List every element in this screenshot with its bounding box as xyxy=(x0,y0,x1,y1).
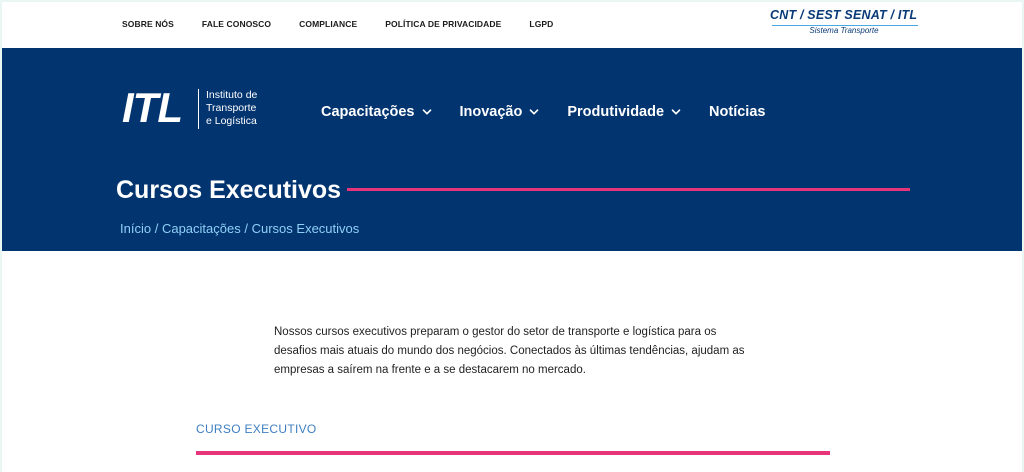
itl-logo[interactable]: ITL Instituto de Transporte e Logística xyxy=(122,85,272,131)
breadcrumb: Início / Capacitações / Cursos Executivo… xyxy=(120,221,359,236)
logo-line-2: Transporte xyxy=(206,102,257,114)
partner-logo-sub: Sistema Transporte xyxy=(809,26,879,35)
breadcrumb-home[interactable]: Início xyxy=(120,221,151,236)
partner-logo-main: CNT / SEST SENAT / ITL xyxy=(770,8,918,22)
nav-produtividade-label: Produtividade xyxy=(567,104,665,120)
title-accent-rule xyxy=(347,188,910,191)
intro-line-3: empresas a saírem na frente e a se desta… xyxy=(274,364,586,376)
link-lgpd[interactable]: LGPD xyxy=(529,19,553,29)
link-sobre-nos[interactable]: SOBRE NÓS xyxy=(122,19,174,29)
nav-produtividade[interactable]: Produtividade xyxy=(567,104,681,120)
logo-text: Instituto de Transporte e Logística xyxy=(206,89,276,128)
logo-line-1: Instituto de xyxy=(206,89,258,101)
nav-capacitacoes-label: Capacitações xyxy=(321,104,415,120)
chevron-down-icon xyxy=(671,109,681,115)
page: SOBRE NÓS FALE CONOSCO COMPLIANCE POLÍTI… xyxy=(2,2,1022,472)
nav-noticias-label: Notícias xyxy=(709,104,766,120)
intro-paragraph: Nossos cursos executivos preparam o gest… xyxy=(274,323,754,380)
hero-banner: ITL Instituto de Transporte e Logística … xyxy=(2,48,1022,251)
link-fale-conosco[interactable]: FALE CONOSCO xyxy=(202,19,271,29)
logo-line-3: e Logística xyxy=(206,115,257,127)
link-compliance[interactable]: COMPLIANCE xyxy=(299,19,357,29)
chevron-down-icon xyxy=(530,109,539,115)
page-title: Cursos Executivos xyxy=(116,176,342,204)
breadcrumb-separator: / xyxy=(154,221,159,236)
nav-inovacao[interactable]: Inovação xyxy=(460,104,540,120)
nav-capacitacoes[interactable]: Capacitações xyxy=(321,104,432,120)
intro-line-1: Nossos cursos executivos preparam o gest… xyxy=(274,326,717,338)
utility-nav: SOBRE NÓS FALE CONOSCO COMPLIANCE POLÍTI… xyxy=(122,19,553,29)
section-accent-rule xyxy=(196,451,830,455)
logo-mark: ITL xyxy=(122,84,183,131)
logo-divider xyxy=(198,89,199,129)
intro-line-2: desafios mais atuais do mundo dos negóci… xyxy=(274,345,745,357)
breadcrumb-separator: / xyxy=(244,221,248,236)
main-nav: Capacitações Inovação Produtividade Notí… xyxy=(321,104,765,120)
section-label-curso-executivo: CURSO EXECUTIVO xyxy=(196,422,317,436)
top-utility-bar: SOBRE NÓS FALE CONOSCO COMPLIANCE POLÍTI… xyxy=(2,2,1022,48)
breadcrumb-current: Cursos Executivos xyxy=(251,221,360,236)
nav-noticias[interactable]: Notícias xyxy=(709,104,765,120)
breadcrumb-capacitacoes[interactable]: Capacitações xyxy=(162,221,241,236)
partner-logo[interactable]: CNT / SEST SENAT / ITL Sistema Transport… xyxy=(770,8,920,38)
chevron-down-icon xyxy=(422,109,431,115)
nav-inovacao-label: Inovação xyxy=(459,104,523,120)
link-politica-privacidade[interactable]: POLÍTICA DE PRIVACIDADE xyxy=(385,19,501,29)
